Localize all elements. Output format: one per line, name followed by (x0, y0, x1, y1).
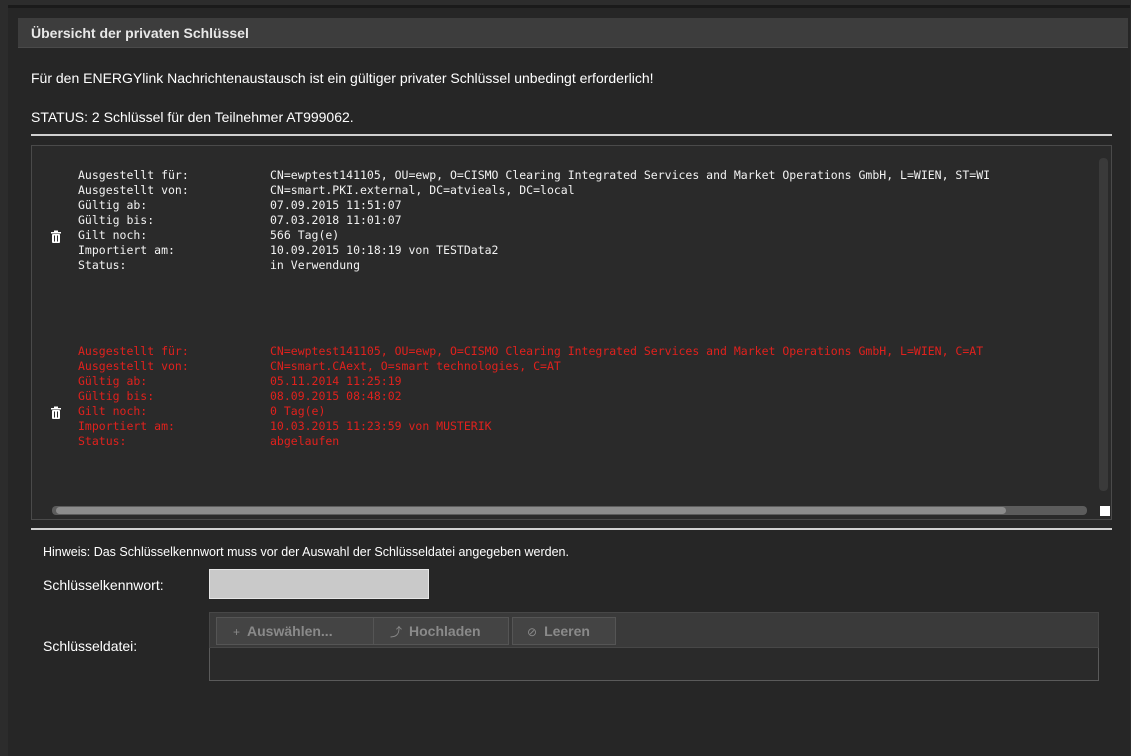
key-field-value: abgelaufen (270, 434, 340, 448)
scroll-corner (1100, 506, 1110, 516)
clear-icon: ⊘ (527, 625, 538, 639)
key-row: Ausgestellt von: CN=smart.CAext, O=smart… (32, 359, 1102, 374)
key-field-label: Ausgestellt für: (78, 168, 189, 182)
key-field-label: Importiert am: (78, 419, 175, 433)
key-field-value: CN=smart.CAext, O=smart technologies, C=… (270, 359, 561, 373)
key-field-label: Importiert am: (78, 243, 175, 257)
key-field-value: 05.11.2014 11:25:19 (270, 374, 402, 388)
key-field-label: Gilt noch: (78, 228, 148, 242)
vertical-scrollbar[interactable] (1099, 158, 1108, 491)
key-row: Gültig ab: 07.09.2015 11:51:07 (32, 198, 1102, 213)
key-field-label: Gilt noch: (78, 404, 148, 418)
upload-button[interactable]: ⤴ Hochladen (373, 617, 509, 645)
select-file-label: Auswählen... (247, 623, 333, 639)
intro-text: Für den ENERGYlink Nachrichtenaustausch … (31, 70, 654, 86)
key-field-label: Gültig bis: (78, 213, 155, 227)
key-field-value: 10.03.2015 11:23:59 von MUSTERIK (270, 419, 492, 433)
key-field-value: 566 Tag(e) (270, 228, 340, 242)
key-field-label: Gültig ab: (78, 374, 148, 388)
file-label: Schlüsseldatei: (43, 638, 138, 654)
key-field-value: 10.09.2015 10:18:19 von TESTData2 (270, 243, 499, 257)
upload-icon: ⤴ (390, 625, 403, 639)
divider-top (31, 134, 1112, 136)
key-field-value: CN=ewptest141105, OU=ewp, O=CISMO Cleari… (270, 168, 991, 182)
select-file-button[interactable]: + Auswählen... (216, 617, 376, 645)
key-row: Importiert am: 10.03.2015 11:23:59 von M… (32, 419, 1102, 434)
panel-title: Übersicht der privaten Schlüssel (18, 18, 1128, 48)
key-field-value: 07.09.2015 11:51:07 (270, 198, 402, 212)
upload-file-list[interactable] (209, 648, 1099, 681)
key-row: Status: in Verwendung (32, 258, 1102, 273)
key-field-label: Ausgestellt von: (78, 359, 189, 373)
divider-bottom (31, 528, 1112, 530)
horizontal-scrollbar-thumb[interactable] (56, 507, 1006, 514)
key-field-label: Status: (78, 258, 127, 272)
hint-text: Hinweis: Das Schlüsselkennwort muss vor … (43, 545, 569, 559)
key-entry-expired: Ausgestellt für: CN=ewptest141105, OU=ew… (32, 344, 1102, 449)
key-field-label: Ausgestellt für: (78, 344, 189, 358)
key-field-label: Gültig bis: (78, 389, 155, 403)
upload-label: Hochladen (409, 623, 481, 639)
clear-button[interactable]: ⊘ Leeren (512, 617, 616, 645)
plus-icon: + (233, 625, 241, 639)
key-row: Gilt noch: 0 Tag(e) (32, 404, 1102, 419)
key-row: Importiert am: 10.09.2015 10:18:19 von T… (32, 243, 1102, 258)
key-field-value: in Verwendung (270, 258, 361, 272)
clear-label: Leeren (544, 623, 590, 639)
key-field-value: CN=smart.PKI.external, DC=atvieals, DC=l… (270, 183, 575, 197)
key-row: Gültig bis: 07.03.2018 11:01:07 (32, 213, 1102, 228)
password-input[interactable] (209, 569, 429, 599)
key-field-value: 0 Tag(e) (270, 404, 326, 418)
key-field-value: 08.09.2015 08:48:02 (270, 389, 402, 403)
key-row: Gültig bis: 08.09.2015 08:48:02 (32, 389, 1102, 404)
password-label: Schlüsselkennwort: (43, 577, 164, 593)
key-row: Ausgestellt für: CN=ewptest141105, OU=ew… (32, 168, 1102, 183)
key-row: Status: abgelaufen (32, 434, 1102, 449)
key-row: Ausgestellt von: CN=smart.PKI.external, … (32, 183, 1102, 198)
key-field-label: Status: (78, 434, 127, 448)
keys-list: Ausgestellt für: CN=ewptest141105, OU=ew… (31, 145, 1112, 520)
key-field-value: CN=ewptest141105, OU=ewp, O=CISMO Cleari… (270, 344, 984, 358)
key-field-label: Ausgestellt von: (78, 183, 189, 197)
key-field-label: Gültig ab: (78, 198, 148, 212)
key-row: Gültig ab: 05.11.2014 11:25:19 (32, 374, 1102, 389)
horizontal-scrollbar[interactable] (52, 506, 1087, 515)
key-row: Ausgestellt für: CN=ewptest141105, OU=ew… (32, 344, 1102, 359)
upload-toolbar: + Auswählen... ⤴ Hochladen ⊘ Leeren (209, 612, 1099, 648)
key-row: Gilt noch: 566 Tag(e) (32, 228, 1102, 243)
key-field-value: 07.03.2018 11:01:07 (270, 213, 402, 227)
key-entry-active: Ausgestellt für: CN=ewptest141105, OU=ew… (32, 168, 1102, 273)
status-text: STATUS: 2 Schlüssel für den Teilnehmer A… (31, 109, 354, 125)
